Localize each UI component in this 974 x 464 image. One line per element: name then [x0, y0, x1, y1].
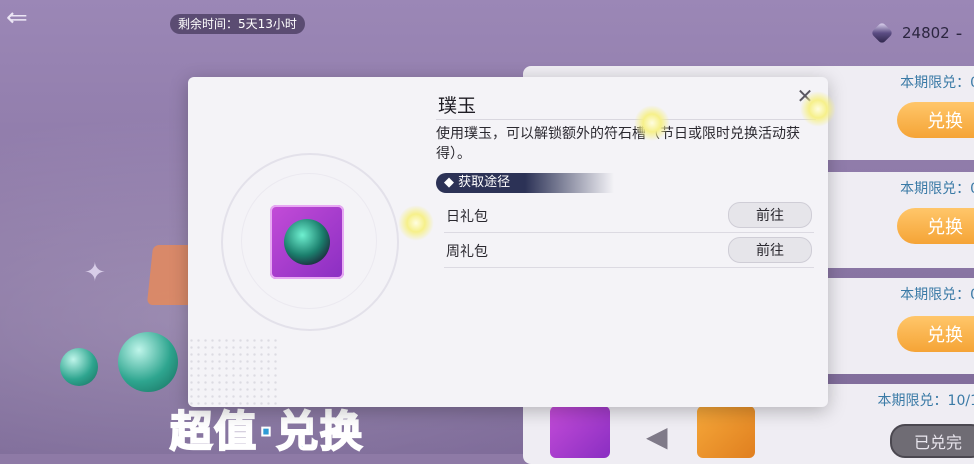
jade-item-thumbnail: [550, 406, 610, 458]
jade-ball-decoration: [60, 348, 98, 386]
exchange-button[interactable]: 兑换: [897, 316, 974, 352]
sparkle-star-decoration: ✦: [84, 258, 106, 288]
route-label: 周礼包: [446, 244, 488, 260]
sparkle-decoration: [398, 205, 434, 241]
sparkle-decoration: [634, 105, 670, 141]
limit-text: 本期限兑：10/1: [877, 393, 974, 409]
acquisition-route-header: ◆ 获取途径: [436, 173, 614, 193]
divider: [436, 119, 816, 120]
item-description: 使用璞玉，可以解锁额外的符石槽（节日或限时兑换活动获得）。: [436, 126, 800, 162]
crystal-item-thumbnail: [697, 406, 755, 458]
item-info-dialog: 璞玉 使用璞玉，可以解锁额外的符石槽（节日或限时兑换活动获得）。 ◆ 获取途径 …: [188, 77, 836, 407]
currency-display: 24802 -: [870, 20, 963, 46]
jade-orb-icon: [284, 219, 330, 265]
limit-text: 本期限兑：0: [900, 75, 974, 91]
route-row: 日礼包 前往: [444, 198, 814, 233]
arrow-left-icon: ◀: [646, 420, 668, 453]
exchange-button[interactable]: 兑换: [897, 208, 974, 244]
remaining-time-badge: 剩余时间：5天13小时: [170, 14, 305, 34]
goto-button[interactable]: 前往: [728, 202, 812, 228]
limit-text: 本期限兑：0: [900, 287, 974, 303]
exchange-button[interactable]: 兑换: [897, 102, 974, 138]
route-label: 日礼包: [446, 209, 488, 225]
sparkle-decoration: [800, 91, 836, 127]
jade-ball-decoration: [118, 332, 178, 392]
jade-item-icon: [270, 205, 344, 279]
currency-minus: -: [955, 22, 963, 44]
route-row: 周礼包 前往: [444, 233, 814, 268]
limit-text: 本期限兑：0: [900, 181, 974, 197]
dot-pattern-decoration: [188, 337, 278, 407]
currency-value: 24802: [902, 24, 950, 42]
item-title: 璞玉: [438, 95, 477, 117]
exchange-banner: 超值·兑换: [169, 406, 364, 457]
crystal-gem-icon: [870, 21, 894, 45]
back-arrow-icon[interactable]: ⇐: [6, 5, 40, 32]
goto-button[interactable]: 前往: [728, 237, 812, 263]
sold-out-button[interactable]: 已兑完: [890, 424, 974, 458]
